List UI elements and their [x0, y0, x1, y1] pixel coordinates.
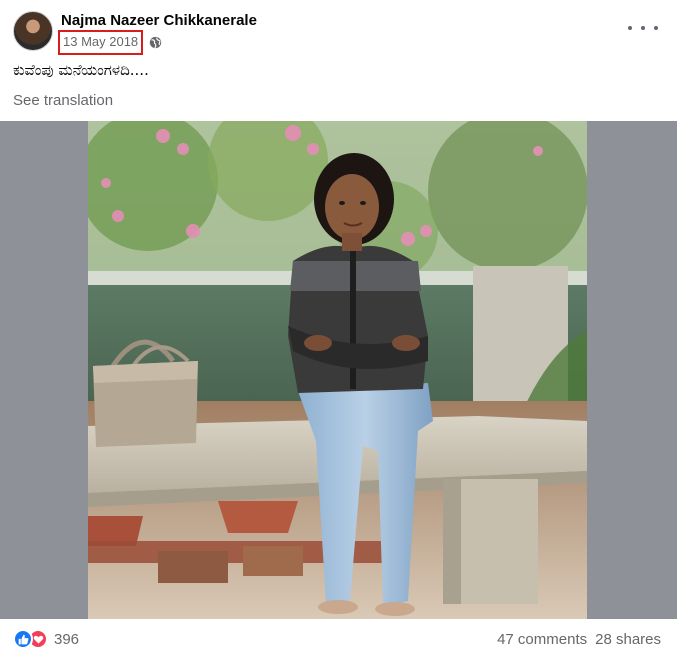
reactions-summary[interactable]: 396	[13, 629, 79, 649]
post-header: Najma Nazeer Chikkanerale 13 May 2018	[0, 0, 677, 60]
post-footer: 396 47 comments 28 shares	[0, 620, 677, 660]
post-media[interactable]	[0, 121, 677, 619]
like-icon	[13, 629, 33, 649]
post-photo[interactable]	[88, 121, 587, 619]
engagement-counts: 47 comments 28 shares	[497, 631, 661, 648]
post-date[interactable]: 13 May 2018	[58, 29, 144, 55]
dot	[628, 26, 632, 30]
reaction-count: 396	[54, 630, 80, 648]
author-avatar[interactable]	[13, 11, 53, 51]
shares-count-link[interactable]: 28 shares	[595, 631, 661, 648]
post-meta: 13 May 2018	[58, 28, 162, 56]
author-name[interactable]: Najma Nazeer Chikkanerale	[61, 12, 257, 29]
comments-count-link[interactable]: 47 comments	[497, 631, 587, 648]
post-caption: ಕುವೆಂಪು ಮನೆಯಂಗಳದಿ....	[13, 61, 149, 79]
dot	[654, 26, 658, 30]
see-translation-link[interactable]: See translation	[13, 92, 113, 109]
more-options-icon[interactable]	[628, 18, 658, 38]
dot	[641, 26, 645, 30]
globe-icon	[149, 36, 162, 48]
